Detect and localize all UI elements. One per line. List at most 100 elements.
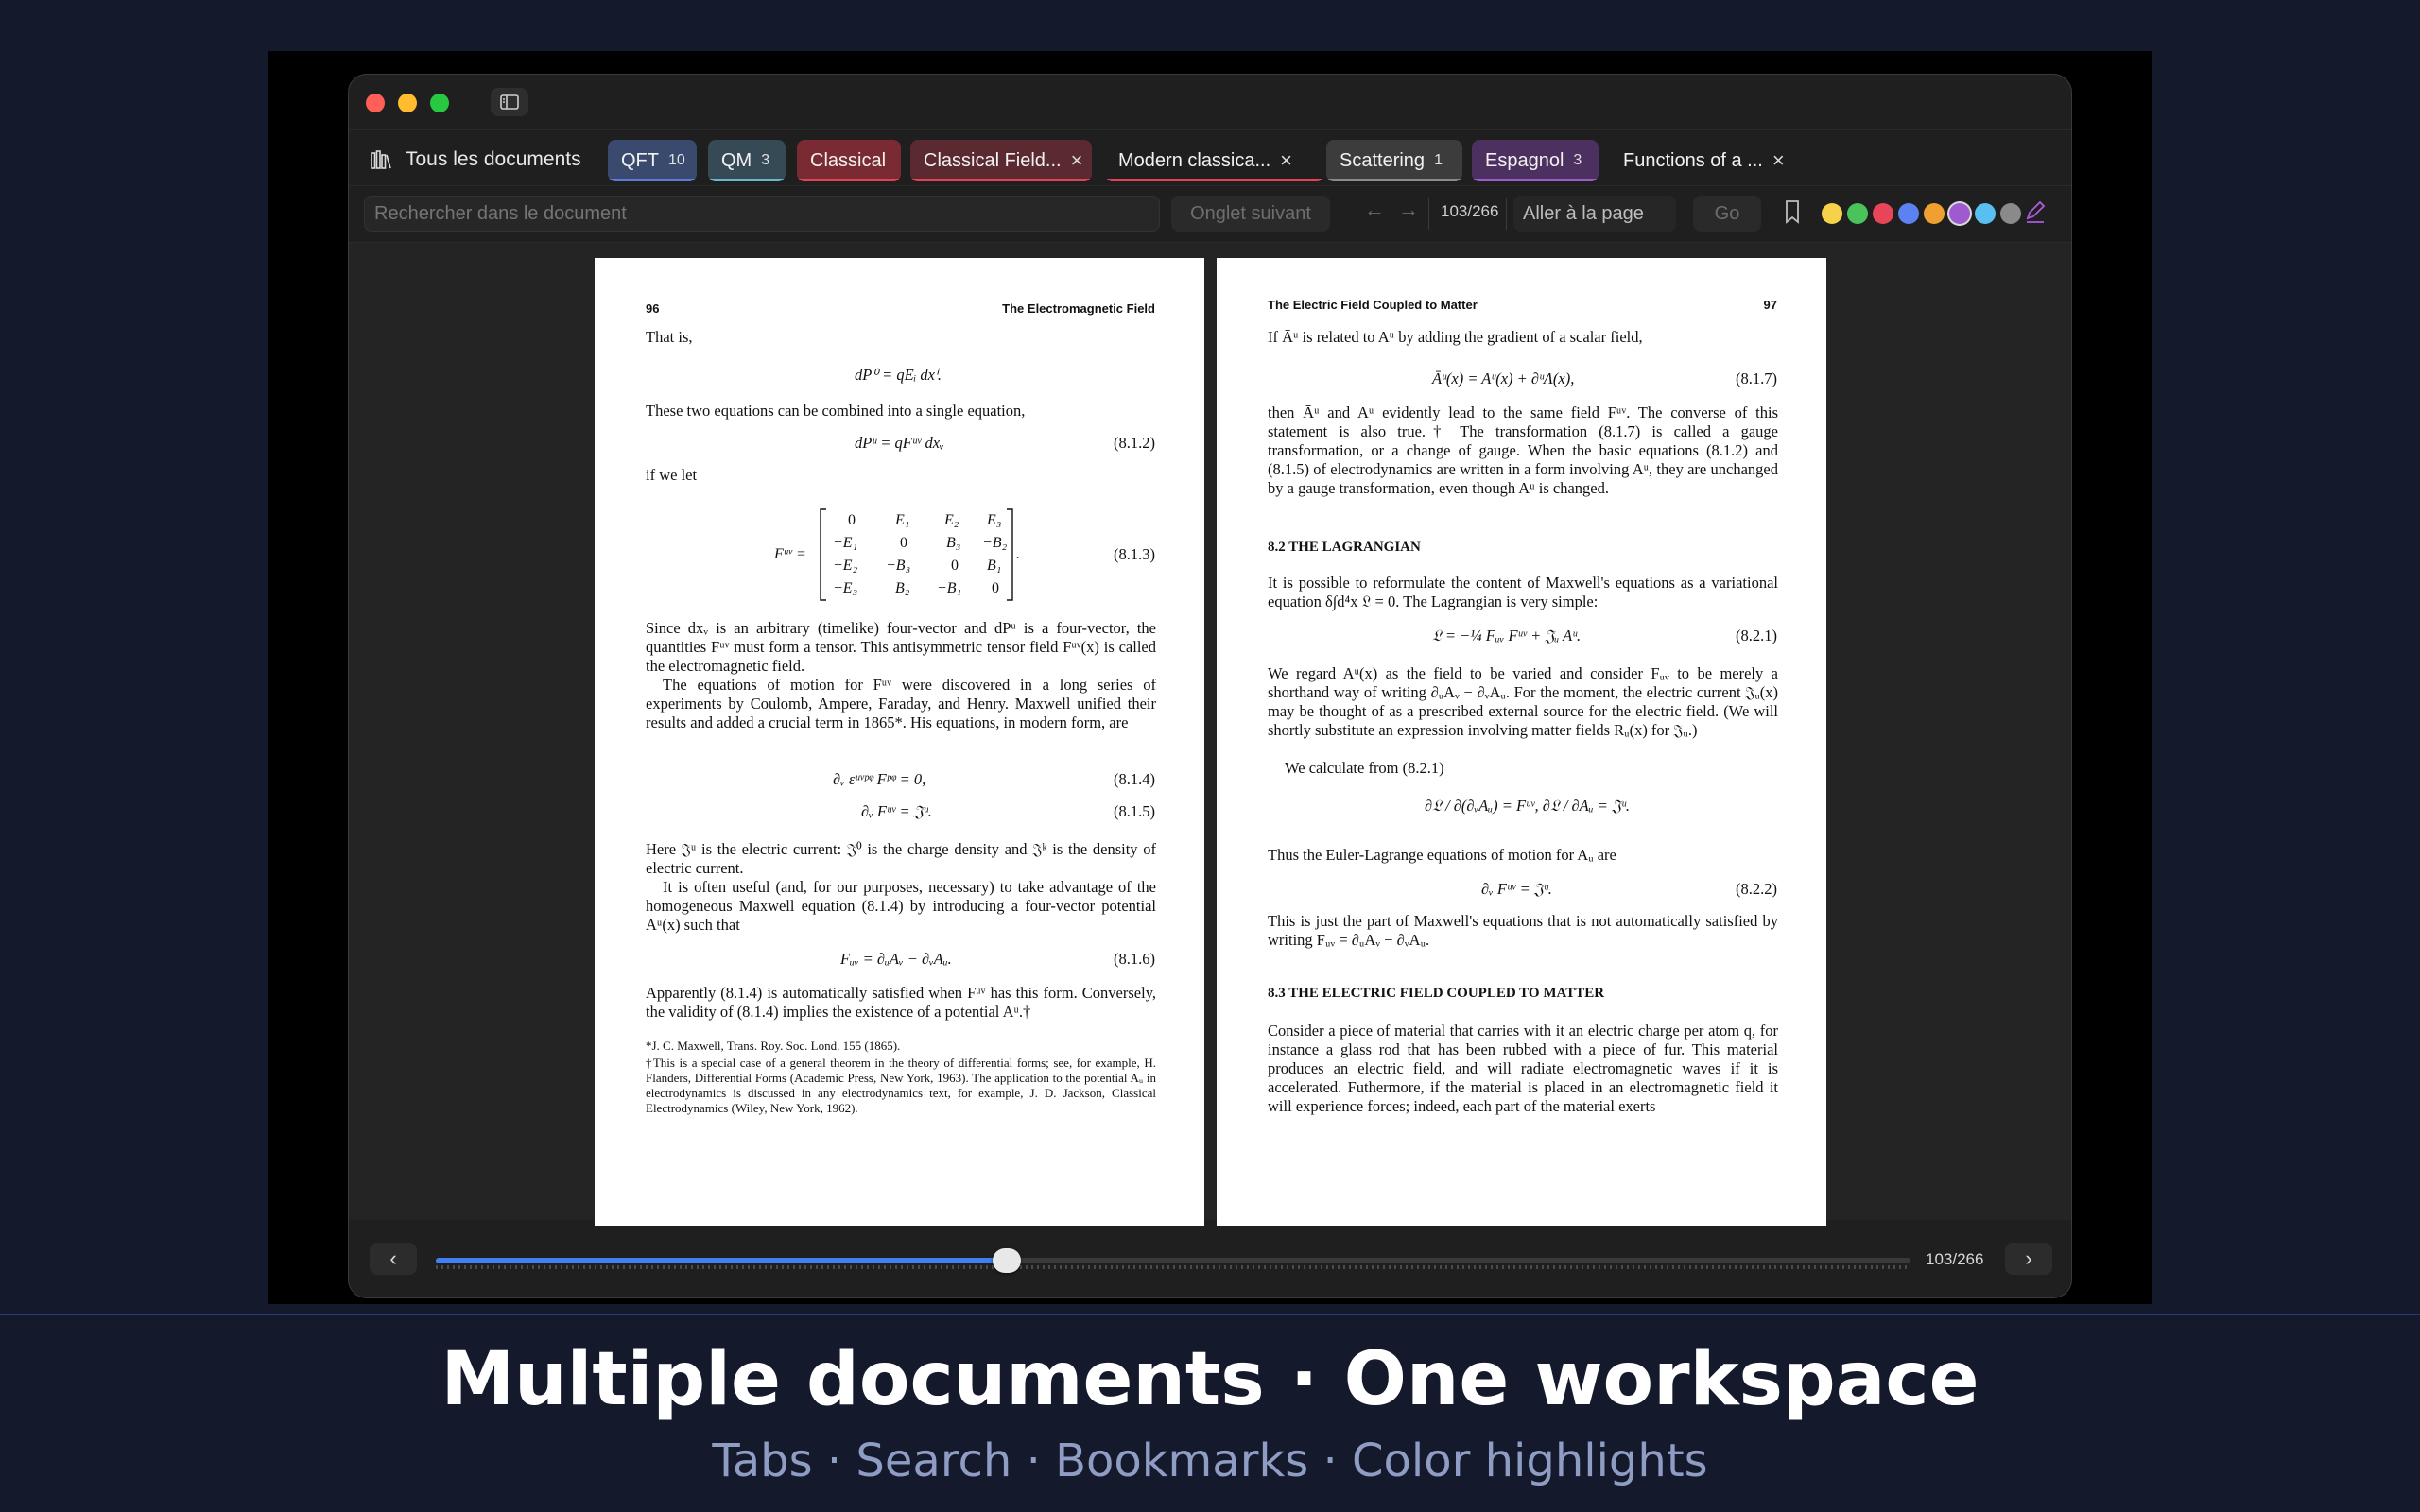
svg-text:−B₂: −B₂ bbox=[982, 535, 1008, 551]
svg-text:0: 0 bbox=[992, 580, 999, 596]
zoom-window-button[interactable] bbox=[430, 94, 449, 112]
go-button[interactable]: Go bbox=[1693, 196, 1761, 232]
equation: ∂𝔏 / ∂(∂ᵥAᵤ) = Fᵘᵛ, ∂𝔏 / ∂Aᵤ = 𝔍ᵘ. bbox=[1425, 797, 1631, 815]
close-window-button[interactable] bbox=[366, 94, 385, 112]
tab-underline bbox=[1105, 179, 1324, 181]
tab-underline bbox=[797, 179, 901, 181]
equation: dPᵘ = qFᵘᵛ dxᵥ bbox=[855, 434, 944, 452]
tab-count-badge: 3 bbox=[1573, 152, 1582, 168]
highlight-color-swatch[interactable] bbox=[1847, 203, 1868, 224]
highlight-color-swatch[interactable] bbox=[1924, 203, 1945, 224]
caption-title: Multiple documents · One workspace bbox=[441, 1337, 1979, 1422]
tab-count-badge: 3 bbox=[761, 152, 770, 168]
equation: ∂ᵥ Fᵘᵛ = 𝔍ᵘ. bbox=[861, 802, 932, 820]
tab-label: Classical bbox=[810, 149, 887, 171]
page-slider-track[interactable] bbox=[436, 1258, 1910, 1263]
tab-underline bbox=[708, 179, 786, 181]
page-slider-thumb[interactable] bbox=[992, 1248, 1021, 1273]
highlight-color-swatch[interactable] bbox=[1822, 203, 1842, 224]
left-page: 96 The Electromagnetic Field That is, dP… bbox=[595, 258, 1204, 1226]
next-page-button[interactable]: › bbox=[2005, 1243, 2052, 1275]
tab-functions[interactable]: Functions of a ... × bbox=[1610, 140, 1810, 181]
divider bbox=[1428, 198, 1429, 230]
svg-text:−B₃: −B₃ bbox=[886, 558, 910, 574]
tab-modern-classical[interactable]: Modern classica... × bbox=[1105, 140, 1324, 181]
paragraph: It is often useful (and, for our purpose… bbox=[646, 878, 1156, 934]
previous-page-button[interactable]: ‹ bbox=[370, 1243, 417, 1275]
equation: Āᵘ(x) = Aᵘ(x) + ∂ᵘΛ(x), bbox=[1432, 369, 1575, 387]
close-tab-icon[interactable]: × bbox=[1772, 150, 1785, 171]
tab-count-badge: 1 bbox=[1434, 152, 1443, 168]
svg-text:−B₁: −B₁ bbox=[937, 580, 961, 596]
tab-count-badge: 10 bbox=[668, 152, 685, 168]
svg-text:E₂: E₂ bbox=[943, 512, 959, 528]
tab-underline bbox=[1326, 179, 1462, 181]
equation: dP⁰ = qEᵢ dxⁱ. bbox=[855, 366, 942, 384]
equation: Fᵤᵥ = ∂ᵤAᵥ − ∂ᵥAᵤ. bbox=[840, 950, 952, 968]
equation: ∂ᵥ Fᵘᵛ = 𝔍ᵘ. bbox=[1481, 880, 1552, 898]
close-tab-icon[interactable]: × bbox=[1280, 150, 1292, 171]
arrow-right-icon[interactable]: → bbox=[1398, 198, 1419, 222]
footnote: †This is a special case of a general the… bbox=[646, 1056, 1156, 1115]
paragraph: That is, bbox=[646, 328, 693, 346]
highlight-color-swatch[interactable] bbox=[1975, 203, 1996, 224]
section-heading: 8.2 THE LAGRANGIAN bbox=[1268, 540, 1421, 555]
svg-text:Fᵘᵛ =: Fᵘᵛ = bbox=[774, 546, 806, 562]
tab-label: Scattering bbox=[1340, 149, 1426, 171]
equation: 𝔏 = −¼ Fᵤᵥ Fᵘᵛ + 𝔍ᵤ Aᵘ. bbox=[1432, 627, 1582, 644]
paragraph: if we let bbox=[646, 466, 698, 484]
equation-number: (8.1.7) bbox=[1736, 369, 1777, 387]
toggle-sidebar-button[interactable] bbox=[491, 88, 528, 116]
tab-underline bbox=[1472, 179, 1599, 181]
svg-text:0: 0 bbox=[900, 535, 908, 551]
tab-bar: Tous les documents QFT 10 QM 3 Classical… bbox=[349, 129, 2071, 186]
pen-icon[interactable] bbox=[2024, 199, 2047, 224]
bookmark-icon[interactable] bbox=[1784, 199, 1801, 224]
tab-label: Modern classica... bbox=[1118, 149, 1271, 171]
toolbar: Onglet suivant ← → 103/266 Aller à la pa… bbox=[349, 186, 2071, 243]
tab-espagnol[interactable]: Espagnol 3 bbox=[1472, 140, 1599, 181]
paragraph: If Āᵘ is related to Aᵘ by adding the gra… bbox=[1268, 328, 1643, 346]
caption-subtitle: Tabs · Search · Bookmarks · Color highli… bbox=[712, 1435, 1708, 1487]
sidebar-icon bbox=[500, 94, 519, 110]
highlight-color-swatch[interactable] bbox=[1873, 203, 1893, 224]
svg-text:0: 0 bbox=[848, 512, 856, 528]
paragraph: The equations of motion for Fᵘᵛ were dis… bbox=[646, 676, 1156, 731]
running-head: The Electric Field Coupled to Matter bbox=[1268, 298, 1478, 312]
arrow-left-icon[interactable]: ← bbox=[1364, 198, 1385, 222]
tab-label: QM bbox=[721, 149, 752, 171]
minimize-window-button[interactable] bbox=[398, 94, 417, 112]
right-page: The Electric Field Coupled to Matter 97 … bbox=[1217, 258, 1826, 1226]
document-viewer[interactable]: 96 The Electromagnetic Field That is, dP… bbox=[349, 243, 2071, 1226]
svg-text:B₂: B₂ bbox=[895, 580, 910, 596]
svg-text:0: 0 bbox=[951, 558, 959, 574]
tab-classical-field[interactable]: Classical Field... × bbox=[910, 140, 1092, 181]
tab-classical[interactable]: Classical bbox=[797, 140, 901, 181]
page-slider-fill bbox=[436, 1258, 1007, 1263]
highlight-color-swatch[interactable] bbox=[1949, 203, 1970, 224]
tab-qft[interactable]: QFT 10 bbox=[608, 140, 697, 181]
svg-text:B₁: B₁ bbox=[987, 558, 1001, 574]
close-tab-icon[interactable]: × bbox=[1071, 150, 1083, 171]
equation-number: (8.1.6) bbox=[1114, 950, 1155, 968]
equation-number: (8.1.5) bbox=[1114, 802, 1155, 820]
highlight-color-swatch[interactable] bbox=[2000, 203, 2021, 224]
goto-page-input[interactable]: Aller à la page bbox=[1513, 196, 1676, 232]
tab-scattering[interactable]: Scattering 1 bbox=[1326, 140, 1462, 181]
svg-text:−E₂: −E₂ bbox=[833, 558, 858, 574]
highlight-color-palette bbox=[1822, 203, 2021, 224]
paragraph: It is possible to reformulate the conten… bbox=[1268, 574, 1778, 610]
paragraph: Here 𝔍ᵘ is the electric current: 𝔍⁰ is t… bbox=[646, 840, 1156, 877]
tab-label: Classical Field... bbox=[924, 149, 1062, 171]
divider bbox=[1506, 198, 1507, 230]
highlight-color-swatch[interactable] bbox=[1898, 203, 1919, 224]
svg-text:E₁: E₁ bbox=[894, 512, 909, 528]
svg-text:−E₁: −E₁ bbox=[833, 535, 857, 551]
equation-number: (8.1.3) bbox=[1114, 545, 1155, 563]
next-tab-button[interactable]: Onglet suivant bbox=[1171, 196, 1330, 232]
tab-qm[interactable]: QM 3 bbox=[708, 140, 786, 181]
search-input[interactable] bbox=[364, 196, 1160, 232]
section-heading: 8.3 THE ELECTRIC FIELD COUPLED TO MATTER bbox=[1268, 986, 1605, 1001]
paragraph: Thus the Euler-Lagrange equations of mot… bbox=[1268, 846, 1616, 864]
all-documents-button[interactable]: Tous les documents bbox=[370, 147, 581, 172]
